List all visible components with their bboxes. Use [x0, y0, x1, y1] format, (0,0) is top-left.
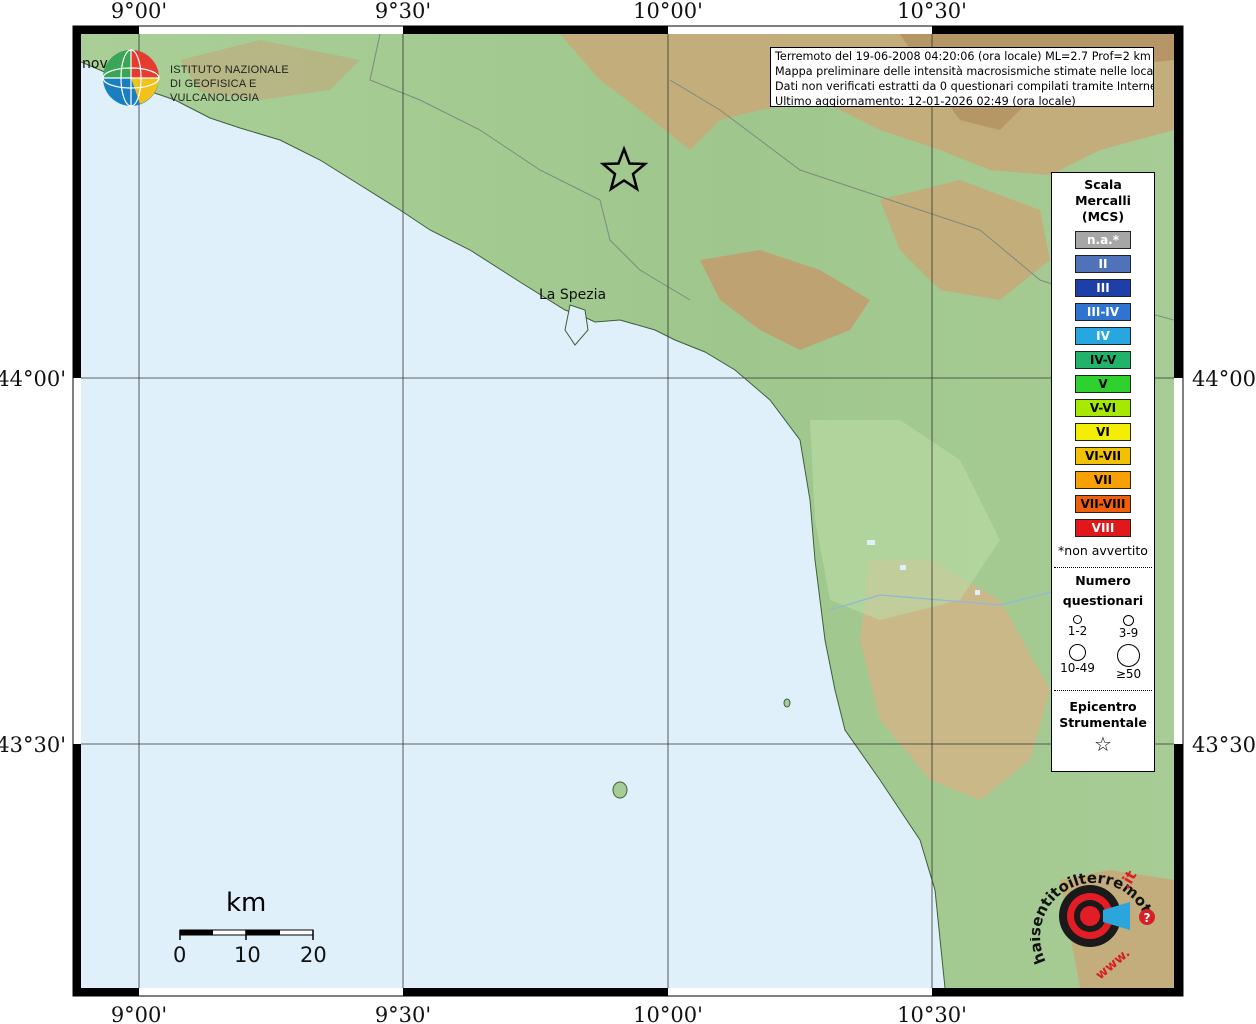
circle-icon	[1123, 615, 1134, 626]
lake	[975, 590, 980, 595]
circle-icon	[1069, 644, 1086, 661]
circle-size-10-49: 10-49	[1052, 644, 1103, 681]
tick-label: 43°30'	[0, 733, 66, 757]
legend-title-line: (MCS)	[1081, 209, 1125, 224]
intensity-item: VII	[1075, 471, 1131, 489]
intensity-item: VIII	[1075, 519, 1131, 537]
epicenter-title-line: Strumentale	[1059, 715, 1147, 730]
circle-icon	[1073, 615, 1082, 624]
tick-label: 44°00'	[1192, 367, 1256, 391]
tick-label: 10°00'	[633, 0, 703, 23]
globe-icon	[102, 49, 160, 107]
haisentito-logo-graphic: haisentitoilterremoto .it www. ?	[1026, 867, 1160, 983]
scale-unit: km	[226, 888, 267, 918]
tick-label: 9°00'	[111, 0, 167, 23]
tick-label: 9°30'	[375, 1003, 431, 1024]
tick-label: 10°30'	[897, 1003, 967, 1024]
questionnaire-title: Numero questionari	[1052, 571, 1154, 611]
tick-label: 44°00'	[0, 367, 66, 391]
intensity-item: IV	[1075, 327, 1131, 345]
ingv-logo-text: ISTITUTO NAZIONALE DI GEOFISICA E VULCAN…	[170, 63, 320, 105]
map-area	[81, 34, 1174, 988]
left-tick-labels: 44°00' 43°30'	[0, 367, 66, 757]
intensity-item: IV-V	[1075, 351, 1131, 369]
circle-size-3-9: 3-9	[1103, 615, 1154, 640]
island	[612, 781, 628, 799]
legend-divider	[1054, 690, 1152, 691]
tick-label: 10°30'	[897, 0, 967, 23]
circle-size-50-plus: ≥50	[1103, 644, 1154, 681]
info-line: Ultimo aggiornamento: 12-01-2026 02:49 (…	[775, 95, 1076, 107]
circle-label: 1-2	[1067, 624, 1088, 638]
right-tick-labels: 44°00' 43°30'	[1192, 367, 1256, 757]
scale-label: 20	[300, 943, 327, 967]
intensity-item: III-IV	[1075, 303, 1131, 321]
intensity-item: V	[1075, 375, 1131, 393]
circle-label: ≥50	[1115, 667, 1142, 681]
questionnaire-title-line: questionari	[1062, 593, 1144, 608]
bottom-tick-labels: 9°00' 9°30' 10°00' 10°30'	[111, 1003, 967, 1024]
intensity-item: VII-VIII	[1075, 495, 1131, 513]
question-icon: ?	[1144, 911, 1151, 925]
circle-size-1-2: 1-2	[1052, 615, 1103, 640]
legend-note: *non avvertito	[1058, 543, 1148, 558]
circle-icon	[1117, 644, 1140, 667]
ingv-logo-line: ISTITUTO NAZIONALE	[170, 64, 289, 76]
intensity-item: III	[1075, 279, 1131, 297]
tick-label: 9°00'	[111, 1003, 167, 1024]
intensity-item: V-VI	[1075, 399, 1131, 417]
legend-title-line: Mercalli	[1075, 193, 1131, 208]
epicenter-title: Epicentro Strumentale	[1052, 699, 1154, 731]
intensity-item: VI-VII	[1075, 447, 1131, 465]
lake	[900, 565, 906, 570]
legend-title-line: Scala	[1084, 177, 1122, 192]
circle-label: 3-9	[1118, 626, 1139, 640]
scale-label: 0	[173, 943, 187, 967]
circle-label: 10-49	[1060, 661, 1095, 675]
questionnaire-title-line: Numero	[1075, 573, 1131, 588]
intensity-item: n.a.*	[1075, 231, 1131, 249]
tick-label: 10°00'	[633, 1003, 703, 1024]
ingv-logo-line: DI GEOFISICA E VULCANOLOGIA	[170, 78, 260, 104]
tick-label: 43°30'	[1192, 733, 1256, 757]
epicenter-legend-star-icon: ☆	[1094, 732, 1112, 756]
lake	[867, 540, 875, 545]
earthquake-info-box: Terremoto del 19-06-2008 04:20:06 (ora l…	[770, 47, 1154, 107]
legend-title: Scala Mercalli (MCS)	[1052, 177, 1154, 225]
questionnaire-circles: 1-2 3-9 10-49 ≥50	[1052, 615, 1154, 681]
legend-panel: Scala Mercalli (MCS) n.a.* II III III-IV IV I…	[1051, 172, 1155, 772]
scale-label: 10	[234, 943, 261, 967]
ingv-logo: ISTITUTO NAZIONALE DI GEOFISICA E VULCAN…	[100, 47, 320, 109]
top-tick-labels: 9°00' 9°30' 10°00' 10°30'	[111, 0, 967, 23]
haisentito-prefix: www.	[1093, 946, 1133, 983]
info-line: Dati non verificati estratti da 0 questi…	[775, 80, 1154, 93]
legend-divider	[1054, 567, 1152, 568]
island	[783, 698, 791, 708]
tick-label: 9°30'	[375, 0, 431, 23]
place-label-la-spezia: La Spezia	[539, 287, 606, 303]
epicenter-title-line: Epicentro	[1069, 699, 1137, 714]
intensity-item: VI	[1075, 423, 1131, 441]
info-line: Mappa preliminare delle intensità macros…	[775, 65, 1154, 78]
intensity-item: II	[1075, 255, 1131, 273]
intensity-scale-list: n.a.* II III III-IV IV IV-V V V-VI VI VI-VII VII VI…	[1052, 231, 1154, 537]
haisentito-logo: haisentitoilterremoto .it www. ?	[1026, 860, 1170, 985]
info-line: Terremoto del 19-06-2008 04:20:06 (ora l…	[775, 50, 1151, 63]
